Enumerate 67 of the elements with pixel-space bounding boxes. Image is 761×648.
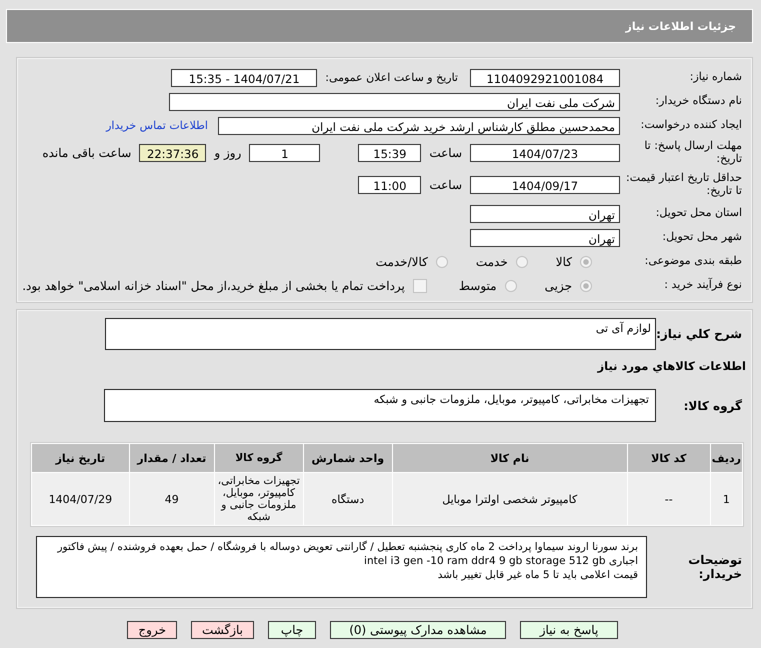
creator-field: محمدحسین مطلق کارشناس ارشد خرید شرکت ملی نفت ایران — [218, 116, 620, 134]
time-label: ساعت — [429, 178, 462, 192]
radio-button[interactable] — [580, 280, 592, 292]
page-title: جزئیات اطلاعات نیاز — [626, 20, 736, 32]
radio-label: جزیی — [544, 278, 572, 292]
days-label: روز و — [214, 146, 242, 160]
field-label: گروه کالا: — [682, 398, 743, 412]
column-header: ردیف — [710, 444, 742, 472]
province-field: تهران — [470, 204, 620, 222]
time-field: 11:00 — [358, 176, 422, 194]
field-label: شرح کلي نياز: — [656, 327, 743, 341]
action-button[interactable]: چاپ — [268, 621, 316, 639]
checkbox-label: پرداخت تمام یا بخشی از مبلغ خرید،از محل "اسناد خزانه اسلامی" خواهد بود. — [22, 278, 405, 292]
remaining-time-field: 22:37:36 — [139, 144, 206, 162]
section-heading: اطلاعات کالاهاي مورد نياز — [596, 358, 747, 373]
table-cell: کامپیوتر شخصی اولترا موبایل — [392, 473, 627, 525]
column-header: گروه کالا — [214, 444, 303, 472]
column-header: تاریخ نیاز — [32, 444, 129, 472]
radio-button[interactable] — [516, 256, 528, 268]
radio-button[interactable] — [580, 256, 592, 268]
table-cell: 1 — [710, 473, 742, 525]
days-field: 1 — [249, 144, 320, 162]
date-field: 1404/07/23 — [470, 144, 620, 162]
action-button[interactable]: مشاهده مدارک پیوستی (0) — [330, 621, 506, 639]
table-cell: 1404/07/29 — [32, 473, 129, 525]
time-label: ساعت — [429, 146, 462, 160]
field-label: مهلت ارسال پاسخ: تا تاریخ: — [643, 140, 743, 166]
remaining-label: ساعت باقی مانده — [42, 146, 132, 160]
action-button[interactable]: بازگشت — [191, 621, 254, 639]
announce-date-field: 1404/07/21 - 15:35 — [171, 68, 318, 86]
radio-label: متوسط — [458, 278, 497, 292]
goods-group-field: تجهیزات مخابراتی، کامپیوتر، موبایل، ملزومات جانبی و شبکه — [104, 389, 656, 422]
column-header: کد کالا — [628, 444, 710, 472]
field-label: نام دستگاه خریدار: — [654, 95, 743, 108]
radio-label: کالا — [556, 254, 572, 268]
checkbox[interactable] — [412, 278, 427, 292]
field-label: طبقه بندی موضوعی: — [644, 255, 743, 268]
time-field: 15:39 — [358, 144, 422, 162]
notes-line: قیمت اعلامی باید تا 5 ماه غیر قابل تغییر باشد — [436, 568, 638, 583]
table-cell: -- — [628, 473, 710, 525]
field-label: شهر محل تحویل: — [661, 231, 743, 244]
buyer-field: شرکت ملی نفت ایران — [169, 92, 620, 110]
action-button[interactable]: پاسخ به نیاز — [520, 621, 618, 639]
field-label: استان محل تحویل: — [654, 207, 743, 220]
table-cell: تجهیزات مخابراتی، کامپیوتر، موبایل، ملزومات جانبی و شبکه — [214, 473, 303, 525]
summary-field: لوازم آی تی — [105, 318, 656, 350]
column-header: واحد شمارش — [304, 444, 392, 472]
field-label: حداقل تاریخ اعتبار قیمت: تا تاریخ: — [625, 172, 743, 198]
table-cell: دستگاه — [304, 473, 392, 525]
field-label: تاریخ و ساعت اعلان عمومی: — [325, 71, 458, 84]
radio-button[interactable] — [436, 256, 448, 268]
radio-label: خدمت — [476, 254, 508, 268]
city-field: تهران — [470, 228, 620, 246]
field-label: نوع فرآیند خرید : — [663, 279, 743, 292]
table-cell: 49 — [130, 473, 214, 525]
action-button[interactable]: خروج — [127, 621, 177, 639]
date-field: 1404/09/17 — [470, 176, 620, 194]
radio-button[interactable] — [504, 280, 517, 292]
need-number-field: 1104092921001084 — [470, 68, 620, 86]
radio-label: کالا/خدمت — [376, 254, 428, 268]
contact-link[interactable]: اطلاعات تماس خریدار — [106, 119, 208, 132]
notes-line: برند سورنا اروند سیماوا پرداخت 2 ماه کاری پنجشنبه تعطیل / گارانتی تعویض دوساله با فروشگاه / حمل بعهده فروشنده / پیش فاکتور اجباری intel i3 gen -10 ram ddr4 9 gb storage 512 gb — [56, 540, 638, 568]
field-label: توضیحات خریدار: — [687, 552, 743, 582]
field-label: ایجاد کننده درخواست: — [640, 119, 743, 132]
column-header: تعداد / مقدار — [130, 444, 214, 472]
field-label: شماره نیاز: — [688, 71, 743, 84]
column-header: نام کالا — [392, 444, 627, 472]
